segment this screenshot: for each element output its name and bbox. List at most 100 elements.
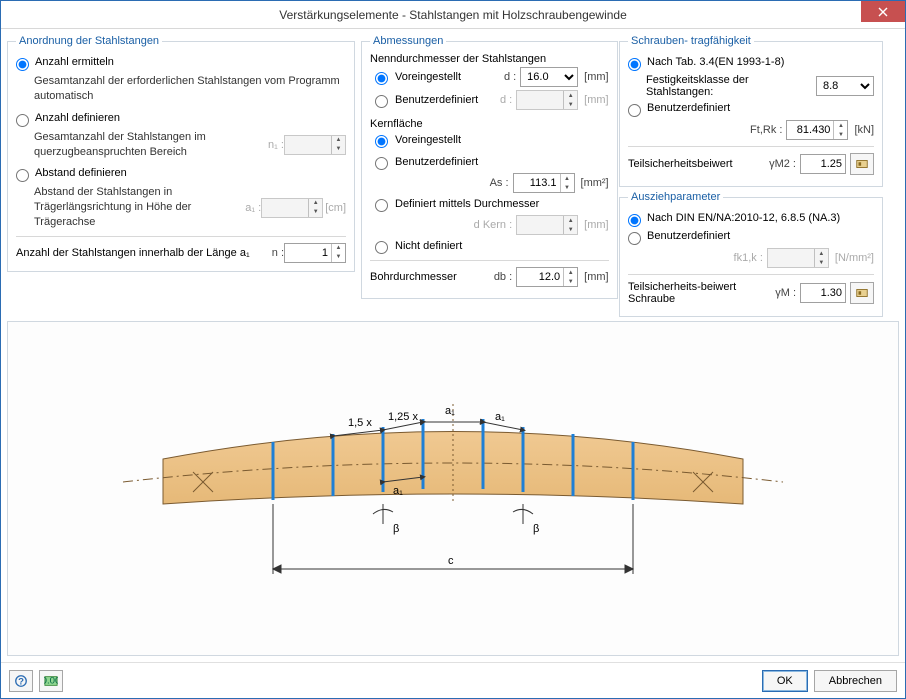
a1-symbol: a₁ : <box>231 202 261 214</box>
ok-button[interactable]: OK <box>762 670 808 692</box>
screw-capacity-group: Schrauben- tragfähigkeit Nach Tab. 3.4(E… <box>619 35 883 187</box>
settings-icon <box>855 286 869 300</box>
a1-input: ▲▼ <box>261 198 323 218</box>
strength-select[interactable]: 8.8 <box>816 76 874 96</box>
screw-std-radio[interactable] <box>628 58 641 71</box>
dialog-window: Verstärkungselemente - Stahlstangen mit … <box>0 0 906 699</box>
d-user-symbol: d : <box>482 94 512 106</box>
n-input[interactable]: ▲▼ <box>284 243 346 263</box>
arrangement-spacing-radio[interactable] <box>16 169 29 182</box>
pullout-user-label: Benutzerdefiniert <box>647 230 730 242</box>
titlebar: Verstärkungselemente - Stahlstangen mit … <box>1 1 905 29</box>
dimensions-legend: Abmessungen <box>370 35 446 47</box>
d-select[interactable]: 16.0 <box>520 67 578 87</box>
core-notdef-radio[interactable] <box>375 241 388 254</box>
nominal-preset-radio[interactable] <box>375 72 388 85</box>
gm2-symbol: γM2 : <box>766 158 796 170</box>
d-symbol: d : <box>486 71 516 83</box>
d-user-input: ▲▼ <box>516 90 578 110</box>
dkern-input: ▲▼ <box>516 215 578 235</box>
svg-text:β: β <box>393 523 399 535</box>
arrangement-count-auto-label: Anzahl ermitteln <box>35 56 114 68</box>
pullout-group: Ausziehparameter Nach DIN EN/NA:2010-12,… <box>619 191 883 317</box>
core-user-radio[interactable] <box>375 157 388 170</box>
dkern-symbol: d Kern : <box>462 219 512 231</box>
svg-text:?: ? <box>18 676 24 687</box>
count-inner-label: Anzahl der Stahlstangen innerhalb der Lä… <box>16 247 254 259</box>
nominal-user-label: Benutzerdefiniert <box>395 94 478 106</box>
arrangement-count-define-label: Anzahl definieren <box>35 112 120 124</box>
nominal-user-radio[interactable] <box>375 95 388 108</box>
screw-user-radio[interactable] <box>628 104 641 117</box>
ftrk-symbol: Ft,Rk : <box>732 124 782 136</box>
svg-text:a₁: a₁ <box>445 405 455 417</box>
pullout-legend: Ausziehparameter <box>628 191 723 203</box>
pullout-user-radio[interactable] <box>628 232 641 245</box>
arrangement-count-auto-radio[interactable] <box>16 58 29 71</box>
svg-text:1,25 x: 1,25 x <box>388 411 418 423</box>
content-area: Anordnung der Stahlstangen Anzahl ermitt… <box>1 29 905 662</box>
core-notdef-label: Nicht definiert <box>395 240 462 252</box>
svg-text:c: c <box>448 555 454 567</box>
core-preset-label: Voreingestellt <box>395 134 461 146</box>
gm2-settings-button[interactable] <box>850 153 874 175</box>
beam-diagram: 1,5 x 1,25 x a₁ a₁ a₁ β β <box>7 321 899 656</box>
fk-input: ▲▼ <box>767 248 829 268</box>
decimal-icon: 0.00 <box>44 674 58 688</box>
as-unit: [mm²] <box>581 177 609 189</box>
units-button[interactable]: 0.00 <box>39 670 63 692</box>
core-user-label: Benutzerdefiniert <box>395 156 478 168</box>
pullout-std-label: Nach DIN EN/NA:2010-12, 6.8.5 (NA.3) <box>647 212 840 224</box>
help-icon: ? <box>14 674 28 688</box>
fk-symbol: fk1,k : <box>713 252 763 264</box>
n1-symbol: n₁ : <box>254 139 284 151</box>
settings-icon <box>855 157 869 171</box>
d-user-unit: [mm] <box>584 94 608 106</box>
core-diam-radio[interactable] <box>375 199 388 212</box>
arrangement-count-define-desc: Gesamtanzahl der Stahlstangen im querzug… <box>34 130 254 160</box>
gm2-label: Teilsicherheitsbeiwert <box>628 158 762 170</box>
db-symbol: db : <box>482 271 512 283</box>
svg-text:a₁: a₁ <box>393 485 403 497</box>
n-symbol: n : <box>254 247 284 259</box>
arrangement-group: Anordnung der Stahlstangen Anzahl ermitt… <box>7 35 355 272</box>
dimensions-group: Abmessungen Nenndurchmesser der Stahlsta… <box>361 35 618 299</box>
as-input[interactable]: ▲▼ <box>513 173 575 193</box>
footer: ? 0.00 OK Abbrechen <box>1 662 905 698</box>
screw-legend: Schrauben- tragfähigkeit <box>628 35 754 47</box>
core-diam-label: Definiert mittels Durchmesser <box>395 198 539 210</box>
n1-input: ▲▼ <box>284 135 346 155</box>
arrangement-count-auto-desc: Gesamtanzahl der erforderlichen Stahlsta… <box>34 74 346 104</box>
gm-symbol: γM : <box>766 287 796 299</box>
gm-input[interactable] <box>800 283 846 303</box>
help-button[interactable]: ? <box>9 670 33 692</box>
core-header: Kernfläche <box>370 118 609 130</box>
strength-label: Festigkeitsklasse der Stahlstangen: <box>646 74 812 98</box>
pullout-std-radio[interactable] <box>628 214 641 227</box>
d-unit: [mm] <box>584 71 608 83</box>
db-unit: [mm] <box>584 271 608 283</box>
dkern-unit: [mm] <box>584 219 608 231</box>
screw-user-label: Benutzerdefiniert <box>647 102 730 114</box>
core-preset-radio[interactable] <box>375 135 388 148</box>
gm2-input[interactable] <box>800 154 846 174</box>
nominal-header: Nenndurchmesser der Stahlstangen <box>370 53 609 65</box>
svg-text:a₁: a₁ <box>495 411 505 423</box>
nominal-preset-label: Voreingestellt <box>395 71 482 83</box>
close-button[interactable] <box>861 1 905 22</box>
arrangement-spacing-label: Abstand definieren <box>35 167 127 179</box>
cancel-button[interactable]: Abbrechen <box>814 670 897 692</box>
svg-text:β: β <box>533 523 539 535</box>
db-input[interactable]: ▲▼ <box>516 267 578 287</box>
arrangement-legend: Anordnung der Stahlstangen <box>16 35 162 47</box>
ftrk-input[interactable]: ▲▼ <box>786 120 848 140</box>
gm-label: Teilsicherheits-beiwert Schraube <box>628 281 762 305</box>
arrangement-count-define-radio[interactable] <box>16 114 29 127</box>
fk-unit: [N/mm²] <box>835 252 874 264</box>
arrangement-spacing-desc: Abstand der Stahlstangen in Trägerlängsr… <box>34 185 231 230</box>
gm-settings-button[interactable] <box>850 282 874 304</box>
beam-svg: 1,5 x 1,25 x a₁ a₁ a₁ β β <box>43 364 863 614</box>
close-icon <box>878 7 888 17</box>
bore-label: Bohrdurchmesser <box>370 271 478 283</box>
svg-text:0.00: 0.00 <box>44 675 58 686</box>
